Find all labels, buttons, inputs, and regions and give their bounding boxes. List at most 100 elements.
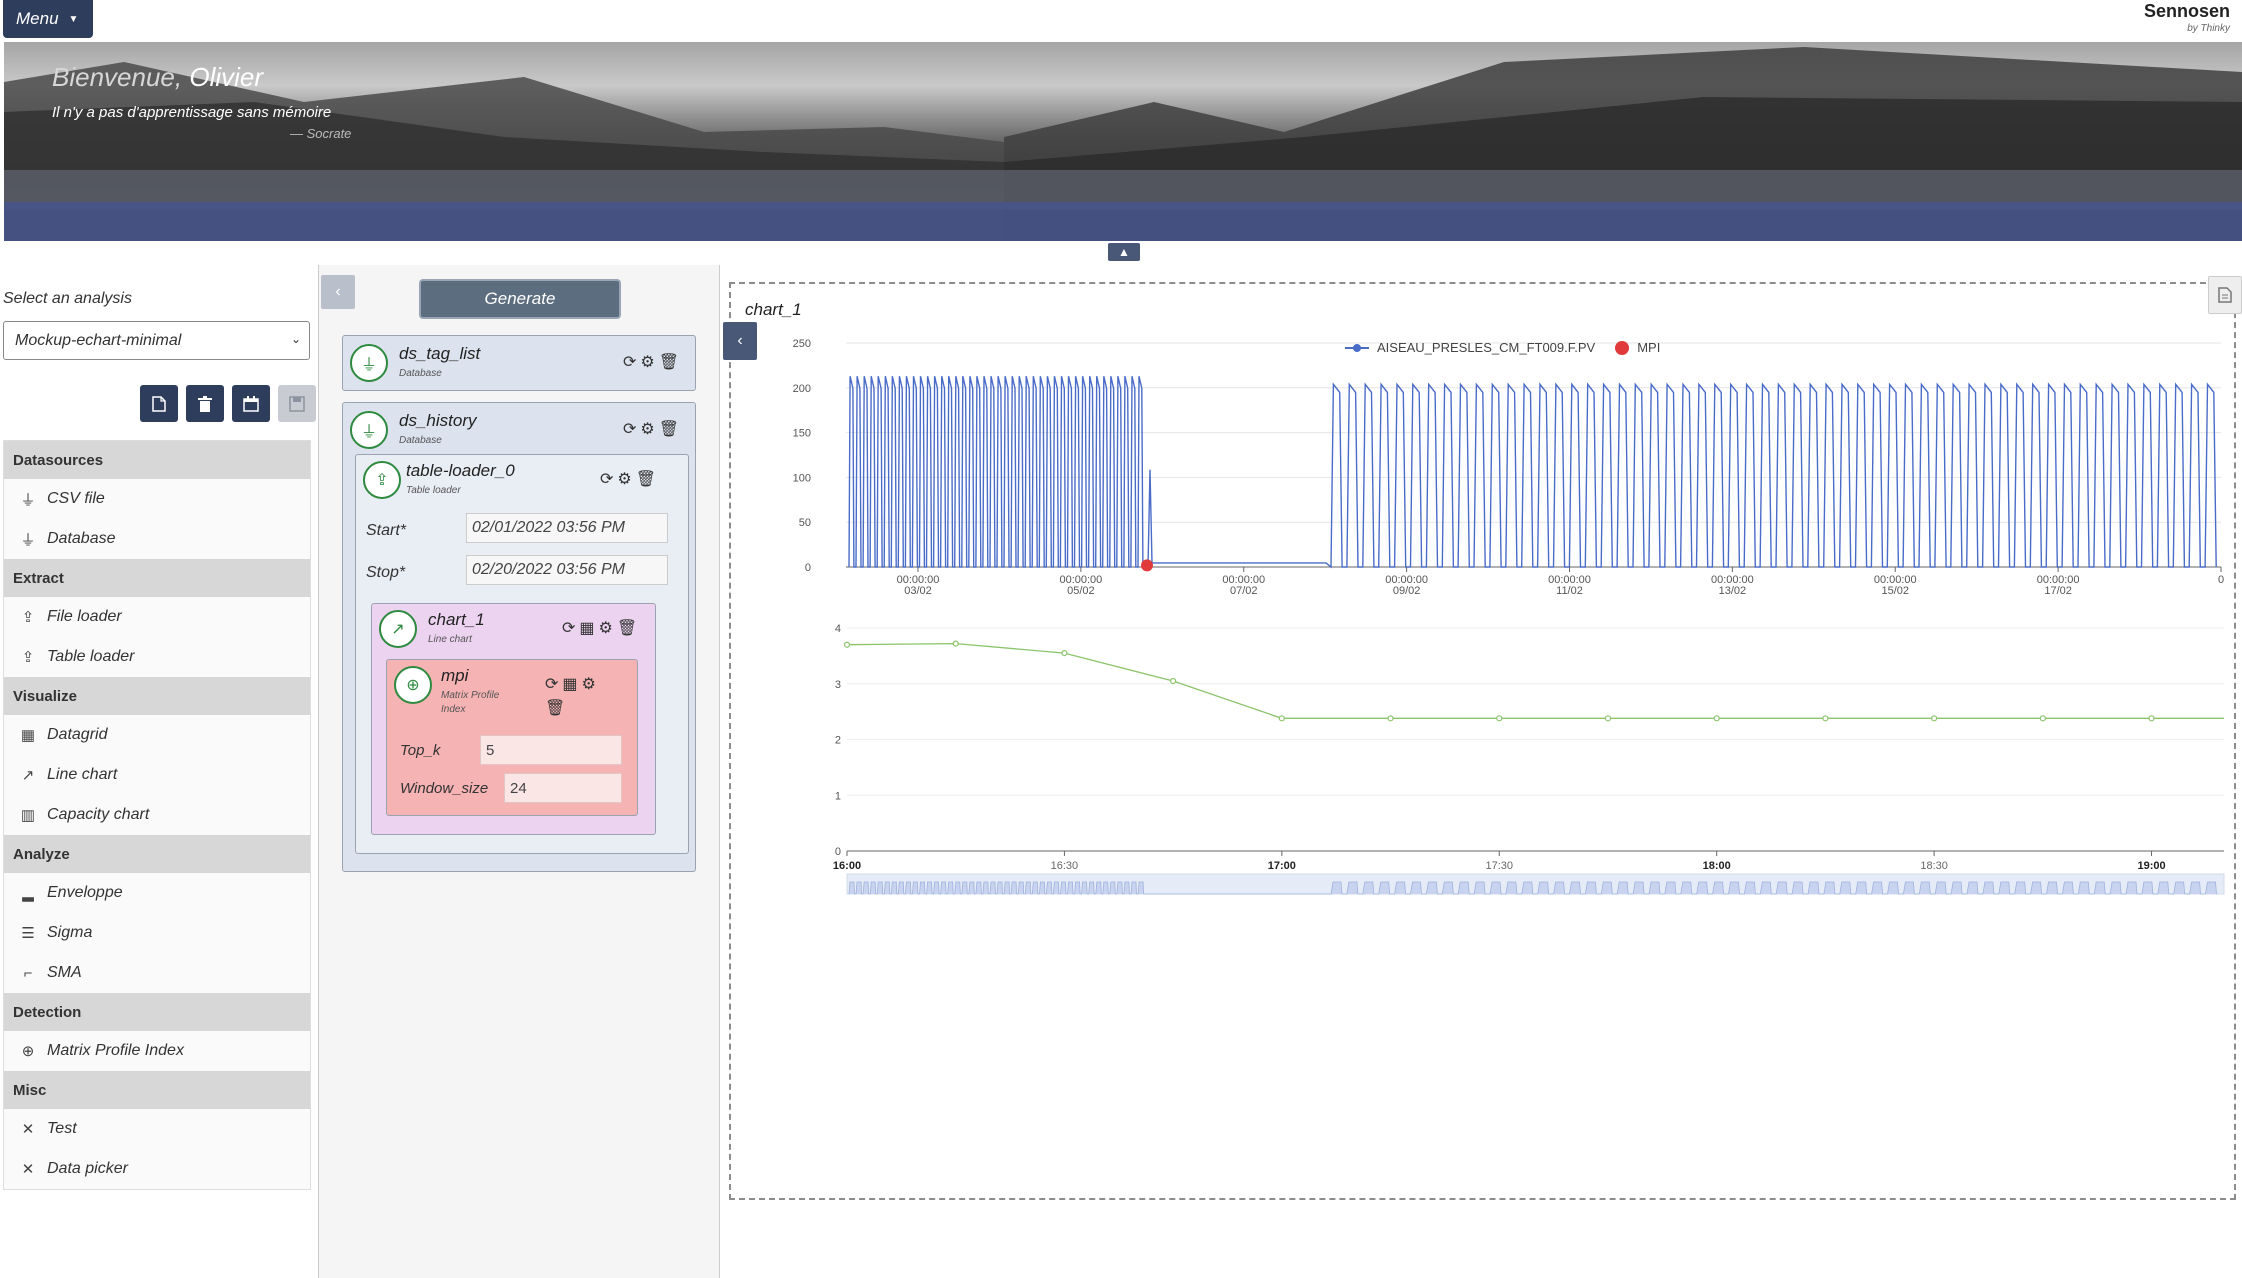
- refresh-icon[interactable]: ⟳: [623, 352, 636, 372]
- node-actions: ⟳ ⚙ 🗑: [623, 352, 679, 372]
- mpi-anomaly-marker: [1141, 559, 1153, 572]
- x-tick-label-2: 16:00: [833, 860, 861, 872]
- palette-item[interactable]: ▂ Enveloppe: [4, 873, 310, 913]
- refresh-icon[interactable]: ⟳: [562, 618, 575, 638]
- gear-icon[interactable]: ⚙: [640, 352, 654, 372]
- topk-input[interactable]: 5: [480, 735, 622, 765]
- crosshair-icon: ⊕: [21, 1043, 35, 1060]
- node-ds-tag-list[interactable]: ⏚ ds_tag_list Database ⟳ ⚙ 🗑: [342, 335, 696, 391]
- crosshair-icon: ⊕: [394, 666, 432, 704]
- palette-item-label: Database: [47, 530, 116, 547]
- node-type: Table loader: [406, 485, 461, 496]
- node-table-loader[interactable]: ⇪ table-loader_0 Table loader ⟳ ⚙ 🗑 Start*…: [355, 454, 689, 854]
- palette-item[interactable]: ✕ Test: [4, 1109, 310, 1149]
- document-button[interactable]: [2208, 276, 2242, 314]
- x-tick-sublabel: 05/02: [1067, 585, 1095, 597]
- table-icon[interactable]: ▦: [579, 618, 594, 638]
- analysis-select[interactable]: Mockup-echart-minimal ⌄: [3, 321, 310, 360]
- palette-item[interactable]: ▥ Capacity chart: [4, 795, 310, 835]
- y-tick-label-2: 2: [835, 735, 841, 747]
- brand: Sennosen by Thinky: [2144, 1, 2230, 34]
- palette-item-label: Data picker: [47, 1160, 128, 1177]
- generate-button[interactable]: Generate: [419, 279, 621, 319]
- node-mpi[interactable]: ⊕ mpi Matrix Profile Index ⟳ ▦ ⚙ 🗑 Top_k 5…: [386, 659, 638, 816]
- trash-icon[interactable]: 🗑: [636, 469, 656, 489]
- palette-section-header: Misc: [4, 1071, 310, 1109]
- data-point: [952, 640, 959, 647]
- chevron-left-icon: ‹: [737, 332, 743, 349]
- table-icon[interactable]: ▦: [562, 674, 577, 694]
- legend-line-marker[interactable]: [1345, 342, 1369, 354]
- landscape-image: [4, 47, 2242, 241]
- save-analysis-button[interactable]: [278, 385, 316, 422]
- palette-item[interactable]: ⏚ Database: [4, 519, 310, 559]
- x-tick-sublabel: 13/02: [1719, 585, 1747, 597]
- trash-icon[interactable]: 🗑: [659, 352, 679, 372]
- data-point: [1170, 677, 1177, 685]
- signal-icon: ▂: [22, 885, 34, 902]
- data-point: [1931, 715, 1938, 722]
- gear-icon[interactable]: ⚙: [617, 469, 631, 489]
- legend-series-1[interactable]: AISEAU_PRESLES_CM_FT009.F.PV: [1377, 340, 1595, 355]
- table-icon: ▦: [20, 727, 36, 744]
- y-tick-label-2: 0: [835, 846, 841, 858]
- collapse-pipeline-button[interactable]: ‹: [321, 275, 355, 309]
- stop-date-input[interactable]: 02/20/2022 03:56 PM: [466, 555, 668, 585]
- palette-item[interactable]: ⊕ Matrix Profile Index: [4, 1031, 310, 1071]
- palette-item-label: Datagrid: [47, 726, 108, 743]
- delete-analysis-button[interactable]: [186, 385, 224, 422]
- node-ds-history[interactable]: ⏚ ds_history Database ⟳ ⚙ 🗑 ⇪ table-loader…: [342, 402, 696, 872]
- welcome-banner: Bienvenue, Olivier Il n'y a pas d'appren…: [4, 42, 2242, 241]
- chart-panel: 0 50 100 150 200 250 00:00:00 03/02 00:00:00 05/0…: [723, 276, 2242, 1200]
- line-chart-icon: ↗: [21, 767, 35, 784]
- palette-item[interactable]: ☰ Sigma: [4, 913, 310, 953]
- new-analysis-button[interactable]: [140, 385, 178, 422]
- node-type: Database: [399, 368, 442, 379]
- x-tick-sublabel: 03/02: [904, 585, 932, 597]
- palette-item[interactable]: ⇪ Table loader: [4, 637, 310, 677]
- window-size-input[interactable]: 24: [504, 773, 622, 803]
- palette-item[interactable]: ✕ Data picker: [4, 1149, 310, 1189]
- refresh-icon[interactable]: ⟳: [623, 419, 636, 439]
- data-point: [843, 641, 851, 648]
- palette-item-label: Enveloppe: [47, 884, 123, 901]
- refresh-icon[interactable]: ⟳: [545, 674, 558, 694]
- palette-item[interactable]: ⇪ File loader: [4, 597, 310, 637]
- x-tick-sublabel: 07/02: [1230, 585, 1258, 597]
- palette-item[interactable]: ⌐ SMA: [4, 953, 310, 993]
- node-actions: ⟳ ▦ ⚙ 🗑: [562, 618, 637, 638]
- trash-icon[interactable]: 🗑: [659, 419, 679, 439]
- legend-series-2[interactable]: MPI: [1637, 340, 1660, 355]
- gear-icon[interactable]: ⚙: [640, 419, 654, 439]
- data-point: [1387, 715, 1394, 722]
- palette-item[interactable]: ⏚ CSV file: [4, 479, 310, 519]
- collapse-banner-button[interactable]: ▲: [1108, 243, 1140, 261]
- palette-item[interactable]: ↗ Line chart: [4, 755, 310, 795]
- quote-author: — Socrate: [290, 126, 352, 141]
- data-point: [1061, 649, 1068, 657]
- trash-icon[interactable]: 🗑: [545, 698, 565, 718]
- welcome-text: Bienvenue, Olivier: [52, 62, 263, 93]
- node-type: Database: [399, 435, 442, 446]
- calendar-button[interactable]: [232, 385, 270, 422]
- series-line-mpi: [846, 642, 2224, 719]
- collapse-chart-button[interactable]: ‹: [723, 322, 757, 360]
- x-tick-sublabel: 09/02: [1393, 585, 1421, 597]
- node-chart[interactable]: ↗ chart_1 Line chart ⟳ ▦ ⚙ 🗑 ⊕ mpi Matrix P…: [371, 603, 656, 835]
- node-title: mpi: [441, 666, 469, 685]
- x-tick-label-2: 18:00: [1703, 860, 1731, 872]
- refresh-icon[interactable]: ⟳: [600, 469, 613, 489]
- gear-icon[interactable]: ⚙: [599, 618, 613, 638]
- y-tick-label-2: 1: [835, 790, 841, 802]
- chart-title: chart_1: [745, 300, 802, 319]
- gear-icon[interactable]: ⚙: [582, 674, 596, 694]
- start-date-input[interactable]: 02/01/2022 03:56 PM: [466, 513, 668, 543]
- series-line-flow: [848, 376, 2217, 569]
- palette-section-header: Detection: [4, 993, 310, 1031]
- menu-button[interactable]: Menu ▼: [3, 0, 93, 38]
- node-type: Line chart: [428, 634, 472, 645]
- node-actions: ⟳ ⚙ 🗑: [623, 419, 679, 439]
- legend-mpi-marker[interactable]: [1615, 340, 1630, 355]
- palette-item[interactable]: ▦ Datagrid: [4, 715, 310, 755]
- trash-icon[interactable]: 🗑: [617, 618, 637, 638]
